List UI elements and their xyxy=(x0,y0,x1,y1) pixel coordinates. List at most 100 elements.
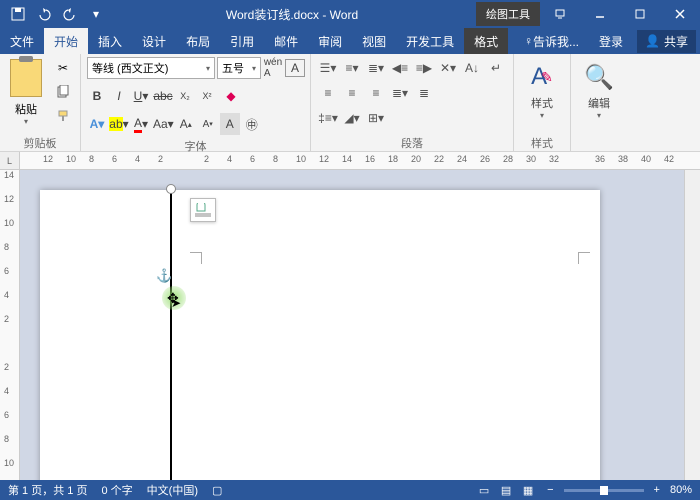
align-right-icon[interactable]: ≡ xyxy=(365,82,387,104)
increase-indent-icon[interactable]: ≡▶ xyxy=(413,57,435,79)
tab-design[interactable]: 设计 xyxy=(132,28,176,54)
macro-record-icon[interactable]: ▢ xyxy=(212,484,222,497)
bullets-icon[interactable]: ☰▾ xyxy=(317,57,339,79)
print-layout-icon[interactable]: ▤ xyxy=(497,482,515,498)
tab-developer[interactable]: 开发工具 xyxy=(396,28,464,54)
shrink-font-icon[interactable]: A▾ xyxy=(198,113,218,135)
tab-home[interactable]: 开始 xyxy=(44,28,88,54)
zoom-level[interactable]: 80% xyxy=(670,484,692,496)
phonetic-guide-icon[interactable]: wénA xyxy=(263,57,283,79)
margin-marker-tl xyxy=(190,252,202,264)
status-language[interactable]: 中文(中国) xyxy=(147,482,198,498)
group-editing: 🔍 编辑 ▾ xyxy=(571,54,627,151)
share-button[interactable]: 👤共享 xyxy=(637,30,696,53)
quick-access-toolbar: ▾ xyxy=(0,2,108,26)
web-layout-icon[interactable]: ▦ xyxy=(519,482,537,498)
view-buttons: ▭ ▤ ▦ xyxy=(475,482,537,498)
paste-button[interactable]: 粘贴 ▾ xyxy=(6,57,46,126)
shading-icon[interactable]: ◢▾ xyxy=(341,107,363,129)
tab-selector[interactable]: L xyxy=(0,152,20,170)
font-size-combo[interactable]: 五号▾ xyxy=(217,57,261,79)
decrease-indent-icon[interactable]: ◀≡ xyxy=(389,57,411,79)
editing-button[interactable]: 🔍 编辑 ▾ xyxy=(577,57,621,120)
status-page[interactable]: 第 1 页，共 1 页 xyxy=(8,482,87,498)
group-label-editing xyxy=(577,135,621,149)
move-cursor-icon: ✥➤ xyxy=(167,290,179,307)
ribbon-options-icon[interactable] xyxy=(540,0,580,28)
tab-review[interactable]: 审阅 xyxy=(308,28,352,54)
person-icon: 👤 xyxy=(645,34,660,48)
zoom-thumb[interactable] xyxy=(600,486,608,495)
redo-icon[interactable] xyxy=(58,2,82,26)
grow-font-icon[interactable]: A▴ xyxy=(176,113,196,135)
read-mode-icon[interactable]: ▭ xyxy=(475,482,493,498)
margin-marker-tr xyxy=(578,252,590,264)
bold-button[interactable]: B xyxy=(87,85,107,107)
styles-label: 样式 xyxy=(531,95,553,111)
clear-formatting-icon[interactable]: ◆ xyxy=(221,85,241,107)
maximize-icon[interactable] xyxy=(620,0,660,28)
layout-options-icon[interactable] xyxy=(190,198,216,222)
text-effects-icon[interactable]: A▾ xyxy=(87,113,107,135)
tab-view[interactable]: 视图 xyxy=(352,28,396,54)
tab-layout[interactable]: 布局 xyxy=(176,28,220,54)
align-center-icon[interactable]: ≡ xyxy=(341,82,363,104)
italic-button[interactable]: I xyxy=(109,85,129,107)
ruler-vertical[interactable]: 1412108642246810 xyxy=(0,170,20,480)
char-shading-icon[interactable]: A xyxy=(220,113,240,135)
save-icon[interactable] xyxy=(6,2,30,26)
multilevel-icon[interactable]: ≣▾ xyxy=(365,57,387,79)
font-name-combo[interactable]: 等线 (西文正文)▾ xyxy=(87,57,215,79)
numbering-icon[interactable]: ≡▾ xyxy=(341,57,363,79)
asian-layout-icon[interactable]: ✕▾ xyxy=(437,57,459,79)
zoom-in-icon[interactable]: + xyxy=(654,484,660,496)
borders-icon[interactable]: ⊞▾ xyxy=(365,107,387,129)
align-left-icon[interactable]: ≡ xyxy=(317,82,339,104)
distribute-icon[interactable]: ≣ xyxy=(413,82,435,104)
page[interactable]: ⚓ ✥➤ xyxy=(40,190,600,480)
ribbon-tabs: 文件 开始 插入 设计 布局 引用 邮件 审阅 视图 开发工具 格式 ♀ 告诉我… xyxy=(0,28,700,54)
tab-mailings[interactable]: 邮件 xyxy=(264,28,308,54)
format-painter-icon[interactable] xyxy=(52,105,74,127)
line-spacing-icon[interactable]: ‡≡▾ xyxy=(317,107,339,129)
highlight-icon[interactable]: ab▾ xyxy=(109,113,129,135)
cut-icon[interactable]: ✂ xyxy=(52,57,74,79)
enclose-char-icon[interactable]: ㊥ xyxy=(242,113,262,135)
show-marks-icon[interactable]: ↵ xyxy=(485,57,507,79)
undo-icon[interactable] xyxy=(32,2,56,26)
minimize-icon[interactable] xyxy=(580,0,620,28)
zoom-out-icon[interactable]: − xyxy=(547,484,553,496)
anchor-icon[interactable]: ⚓ xyxy=(156,268,172,284)
document-area[interactable]: ⚓ ✥➤ xyxy=(20,170,684,480)
justify-icon[interactable]: ≣▾ xyxy=(389,82,411,104)
tab-references[interactable]: 引用 xyxy=(220,28,264,54)
styles-icon: A✎ xyxy=(531,59,553,95)
qat-dropdown-icon[interactable]: ▾ xyxy=(84,2,108,26)
paste-icon xyxy=(10,59,42,97)
styles-button[interactable]: A✎ 样式 ▾ xyxy=(520,57,564,120)
underline-button[interactable]: U▾ xyxy=(131,85,151,107)
tab-insert[interactable]: 插入 xyxy=(88,28,132,54)
status-words[interactable]: 0 个字 xyxy=(101,482,132,498)
contextual-tab-label: 绘图工具 xyxy=(476,2,540,26)
strikethrough-button[interactable]: abc xyxy=(153,85,173,107)
change-case-icon[interactable]: Aa▾ xyxy=(153,113,174,135)
subscript-button[interactable]: X₂ xyxy=(175,85,195,107)
superscript-button[interactable]: X² xyxy=(197,85,217,107)
selection-handle-icon[interactable] xyxy=(166,184,176,194)
character-border-icon[interactable]: A xyxy=(285,59,305,77)
status-bar: 第 1 页，共 1 页 0 个字 中文(中国) ▢ ▭ ▤ ▦ − + 80% xyxy=(0,480,700,500)
sign-in[interactable]: 登录 xyxy=(589,28,633,54)
scrollbar-vertical[interactable] xyxy=(684,170,700,480)
editing-label: 编辑 xyxy=(588,95,610,111)
font-color-icon[interactable]: A▾ xyxy=(131,113,151,135)
tab-file[interactable]: 文件 xyxy=(0,28,44,54)
copy-icon[interactable] xyxy=(52,81,74,103)
close-icon[interactable] xyxy=(660,0,700,28)
tab-format[interactable]: 格式 xyxy=(464,28,508,54)
binding-line-shape[interactable] xyxy=(170,190,172,480)
ruler-horizontal[interactable]: L 12108642246810121416182022242628303236… xyxy=(0,152,700,170)
tell-me[interactable]: ♀ 告诉我... xyxy=(514,28,589,54)
zoom-slider[interactable] xyxy=(564,489,644,492)
sort-icon[interactable]: A↓ xyxy=(461,57,483,79)
